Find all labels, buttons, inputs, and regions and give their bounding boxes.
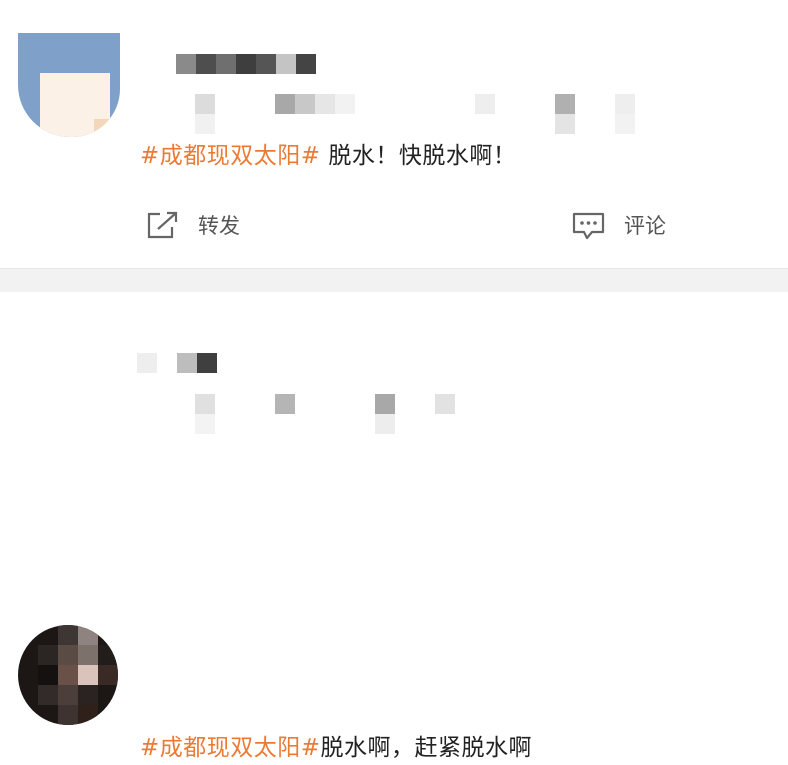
post-divider [0, 268, 788, 293]
post-text: 脱水！快脱水啊！ [320, 143, 517, 169]
avatar[interactable] [18, 33, 120, 137]
comment-icon [572, 212, 605, 240]
comment-button[interactable]: 评论 [572, 210, 666, 240]
post-text: 脱水啊，赶紧脱水啊 [320, 735, 533, 761]
post-content: #成都现双太阳# 脱水！快脱水啊！ [140, 139, 516, 173]
post-meta-pixelated [195, 394, 465, 434]
share-icon [147, 211, 178, 239]
share-button[interactable]: 转发 [146, 210, 240, 240]
comment-label: 评论 [624, 214, 666, 238]
post-content: #成都现双太阳#脱水啊，赶紧脱水啊 [140, 731, 532, 765]
post-meta-pixelated [195, 94, 645, 134]
feed-post: #成都现双太阳#脱水啊，赶紧脱水啊 [0, 292, 788, 761]
avatar-detail [94, 119, 120, 137]
avatar[interactable] [18, 625, 118, 725]
username-pixelated[interactable] [137, 353, 217, 373]
username-pixelated[interactable] [176, 54, 316, 74]
share-label: 转发 [198, 214, 240, 238]
topic-hashtag-link[interactable]: #成都现双太阳# [140, 143, 321, 169]
feed-post: #成都现双太阳# 脱水！快脱水啊！ 转发 评论 [0, 0, 788, 268]
topic-hashtag-link[interactable]: #成都现双太阳# [140, 735, 321, 761]
